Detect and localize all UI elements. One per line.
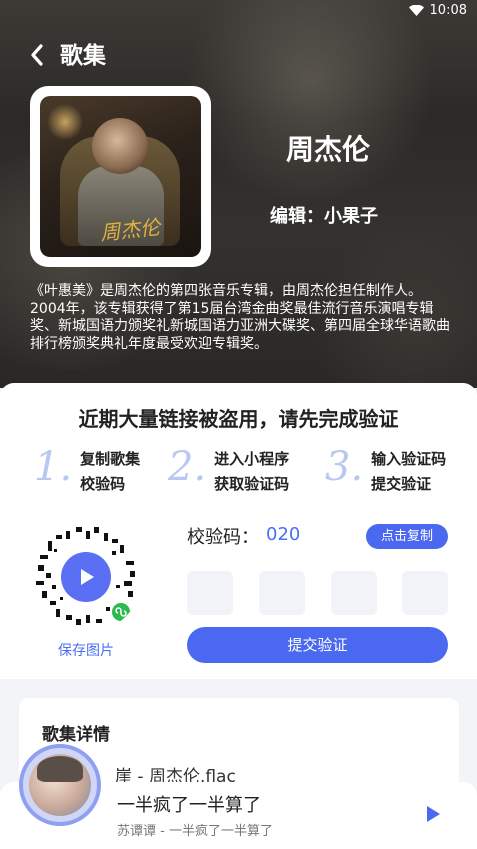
album-hero: 10:08 歌集 周杰伦 周杰伦 编辑：小果子 《叶惠美》是周杰伦的第四张音乐专… <box>0 0 477 388</box>
step-text: 输入验证码 提交验证 <box>371 447 446 497</box>
editor-label: 编辑：小果子 <box>270 206 378 227</box>
back-button[interactable] <box>22 40 52 70</box>
play-icon <box>427 806 440 822</box>
step-number: 3. <box>325 444 364 490</box>
player-play-button[interactable] <box>424 805 442 823</box>
disc-artwork <box>29 754 91 816</box>
step-line: 校验码 <box>80 475 126 493</box>
cover-face <box>92 118 148 174</box>
album-description: 《叶惠美》是周杰伦的第四张音乐专辑，由周杰伦担任制作人。2004年，该专辑获得了… <box>30 283 450 352</box>
status-time: 10:08 <box>429 3 467 18</box>
code-input-box[interactable] <box>187 571 233 615</box>
step-text: 复制歌集 校验码 <box>80 447 140 497</box>
wechat-miniprogram-icon <box>110 601 132 623</box>
wifi-icon <box>408 5 424 16</box>
hero-backdrop <box>180 0 440 200</box>
step-line: 输入验证码 <box>371 450 447 468</box>
status-bar: 10:08 <box>408 3 467 18</box>
miniprogram-qr-code[interactable] <box>30 521 142 633</box>
step-line: 提交验证 <box>371 475 432 493</box>
player-song-title: 一半疯了一半算了 <box>117 795 261 816</box>
code-input-box[interactable] <box>331 571 377 615</box>
copy-code-button[interactable]: 点击复制 <box>366 524 448 549</box>
player-album-disc[interactable] <box>19 744 101 826</box>
play-icon <box>81 569 94 585</box>
verification-card: 近期大量链接被盗用，请先完成验证 1. 复制歌集 校验码 2. 进入小程序 获取… <box>0 383 477 679</box>
cover-lamp <box>48 102 82 142</box>
submit-verification-button[interactable]: 提交验证 <box>187 627 448 663</box>
step-line: 复制歌集 <box>80 450 141 468</box>
verification-title: 近期大量链接被盗用，请先完成验证 <box>78 407 399 431</box>
code-input-box[interactable] <box>402 571 448 615</box>
player-artist: 苏谭谭 - 一半疯了一半算了 <box>117 824 273 839</box>
album-cover: 周杰伦 <box>30 86 211 267</box>
step-line: 获取验证码 <box>214 475 290 493</box>
step-number: 1. <box>34 444 73 490</box>
artist-name: 周杰伦 <box>286 133 371 166</box>
step-2: 2. 进入小程序 获取验证码 <box>168 444 289 497</box>
chevron-left-icon <box>31 44 43 66</box>
step-line: 进入小程序 <box>214 450 290 468</box>
details-title: 歌集详情 <box>42 725 110 745</box>
code-input-box[interactable] <box>259 571 305 615</box>
step-text: 进入小程序 获取验证码 <box>214 447 289 497</box>
step-1: 1. 复制歌集 校验码 <box>34 444 140 497</box>
disc-artwork-hair <box>37 756 83 782</box>
step-number: 2. <box>168 444 207 490</box>
code-label: 校验码： <box>187 527 259 548</box>
qr-logo <box>61 552 111 602</box>
step-3: 3. 输入验证码 提交验证 <box>325 444 446 497</box>
page-title: 歌集 <box>60 43 106 69</box>
code-value: 020 <box>266 524 301 545</box>
album-cover-art: 周杰伦 <box>40 96 201 257</box>
save-image-link[interactable]: 保存图片 <box>30 640 142 660</box>
